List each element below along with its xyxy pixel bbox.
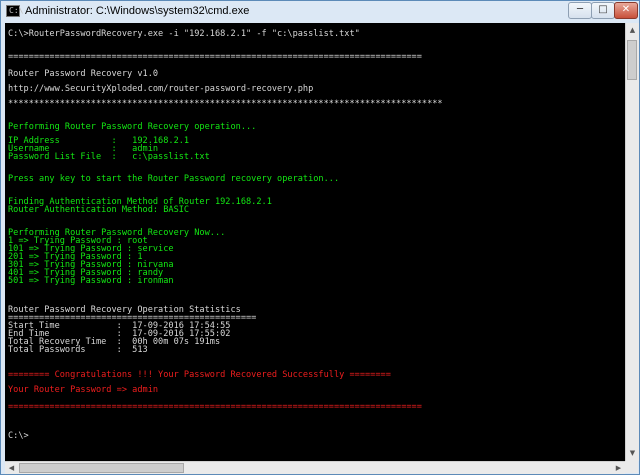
window-title: Administrator: C:\Windows\system32\cmd.e… [25, 5, 250, 17]
scroll-up-icon[interactable]: ▲ [626, 23, 639, 38]
cmd-icon-text: C:\ [9, 6, 24, 15]
minimize-button[interactable]: ─ [568, 2, 592, 19]
status-performing: Performing Router Password Recovery oper… [8, 122, 257, 132]
separator-star: ****************************************… [8, 99, 443, 109]
cmd-app-icon[interactable]: C:\ [6, 5, 24, 17]
scroll-left-icon[interactable]: ◀ [5, 462, 18, 474]
console-output[interactable]: C:\>RouterPasswordRecovery.exe -i "192.1… [5, 23, 625, 461]
scroll-right-icon[interactable]: ▶ [612, 462, 625, 474]
close-button[interactable]: ✕ [614, 2, 638, 19]
resize-grip[interactable] [625, 461, 638, 473]
separator-line: ========================================… [8, 52, 422, 62]
command-prompt: C:\> [8, 431, 29, 441]
press-key-prompt: Press any key to start the Router Passwo… [8, 174, 340, 184]
banner-url: http://www.SecurityXploded.com/router-pa… [8, 84, 314, 94]
maximize-button[interactable]: □ [591, 2, 615, 19]
password-list-line: Password List File : c:\passlist.txt [8, 152, 210, 162]
banner-title: Router Password Recovery v1.0 [8, 69, 159, 79]
horizontal-scroll-thumb[interactable] [19, 463, 184, 473]
recovered-password-line: Your Router Password => admin [8, 385, 159, 395]
try-line: 501 => Trying Password : ironman [8, 276, 174, 286]
red-separator: ========================================… [8, 402, 422, 412]
title-bar[interactable]: C:\ Administrator: C:\Windows\system32\c… [1, 1, 639, 23]
scroll-down-icon[interactable]: ▼ [626, 446, 639, 461]
vertical-scrollbar[interactable]: ▲ ▼ [625, 23, 639, 461]
cmd-window: C:\ Administrator: C:\Windows\system32\c… [0, 0, 640, 475]
command-line: C:\>RouterPasswordRecovery.exe -i "192.1… [8, 29, 360, 39]
vertical-scroll-thumb[interactable] [627, 40, 637, 80]
horizontal-scrollbar[interactable]: ◀ ▶ [5, 461, 625, 474]
auth-method-line: Router Authentication Method: BASIC [8, 205, 190, 215]
congratulations-line: ======== Congratulations !!! Your Passwo… [8, 370, 391, 380]
total-passwords-line: Total Passwords : 513 [8, 345, 148, 355]
